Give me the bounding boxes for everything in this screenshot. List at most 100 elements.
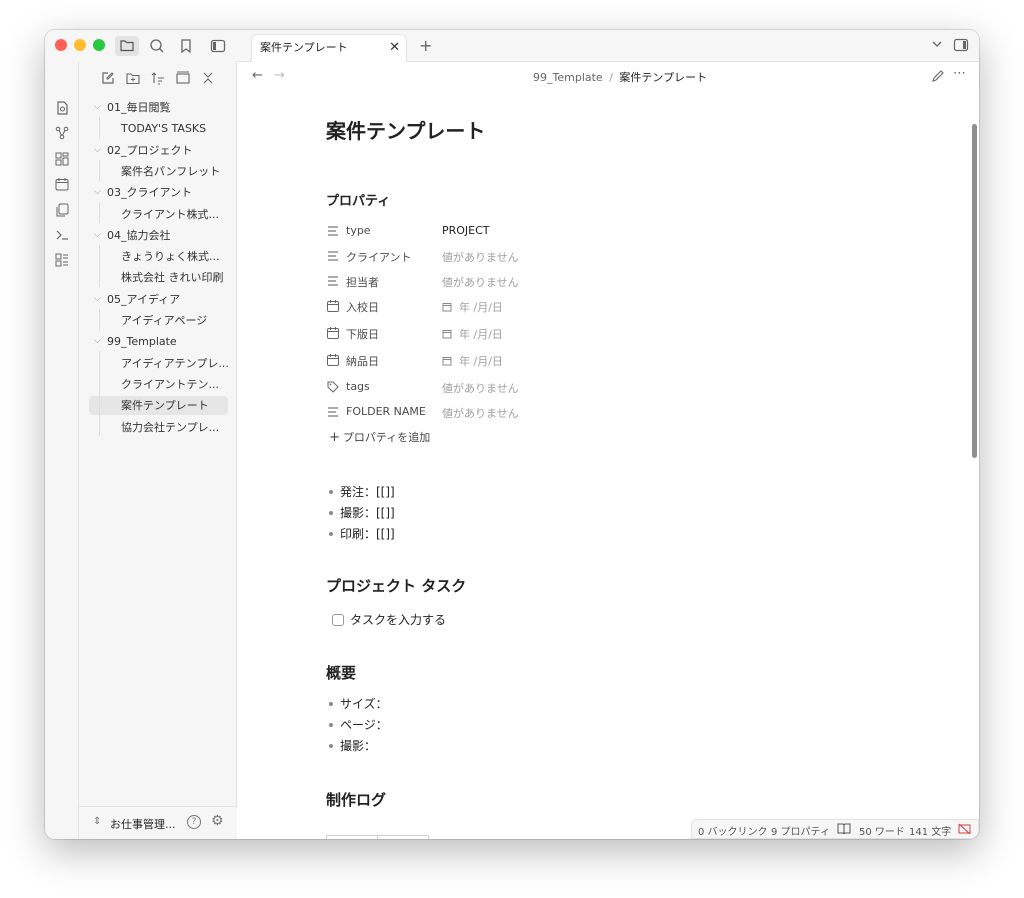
task-checkbox[interactable] — [332, 614, 344, 626]
date-picker-icon[interactable] — [442, 301, 459, 314]
more-options-icon[interactable]: ⋯ — [953, 66, 966, 81]
folder-item[interactable]: ⌵ 03_クライアント — [94, 183, 192, 202]
date-picker-icon[interactable] — [442, 328, 459, 341]
tab-close-button[interactable]: ✕ — [389, 35, 400, 61]
task-text[interactable]: タスクを入力する — [350, 613, 446, 627]
file-item[interactable]: クライアント株式... — [89, 205, 228, 224]
chevron-down-icon[interactable]: ⌵ — [94, 332, 101, 351]
text-icon[interactable] — [326, 405, 340, 419]
chevron-down-icon[interactable]: ⌵ — [94, 141, 101, 160]
sort-icon[interactable] — [150, 70, 166, 86]
property-row[interactable]: type PROJECT — [326, 220, 726, 242]
file-item[interactable]: TODAY'S TASKS — [89, 119, 228, 138]
right-sidebar-toggle-icon[interactable] — [953, 37, 969, 56]
property-row[interactable]: 下版日 年 /月/日 — [326, 322, 726, 344]
file-item[interactable]: アイディアページ — [89, 311, 228, 330]
file-item[interactable]: 案件名パンフレット — [89, 162, 228, 181]
sidebar-toggle-icon[interactable] — [209, 37, 227, 55]
add-property-button[interactable]: + プロパティを追加 — [329, 429, 430, 445]
chevron-down-icon[interactable]: ⌵ — [94, 290, 101, 309]
property-row[interactable]: tags 値がありません — [326, 376, 726, 398]
help-icon[interactable]: ? — [187, 815, 201, 829]
back-arrow-icon[interactable]: ← — [252, 68, 263, 83]
bookmark-icon[interactable] — [177, 37, 195, 55]
breadcrumb-file[interactable]: 案件テンプレート — [619, 71, 707, 84]
property-row[interactable]: 入校日 年 /月/日 — [326, 295, 726, 317]
calendar-icon[interactable] — [326, 353, 340, 367]
collapse-icon[interactable] — [175, 70, 191, 86]
vault-name[interactable]: お仕事管理... — [110, 816, 176, 832]
chevron-down-icon[interactable]: ⌵ — [94, 98, 101, 117]
task-heading[interactable]: プロジェクト タスク — [326, 575, 466, 596]
graph-icon[interactable] — [54, 125, 70, 141]
list-item[interactable]: 撮影：[[]] — [329, 504, 395, 521]
property-row[interactable]: クライアント 値がありません — [326, 245, 726, 267]
scrollbar[interactable] — [972, 124, 977, 458]
chevron-updown-icon[interactable]: ⇕ — [93, 816, 101, 827]
forward-arrow-icon[interactable]: → — [274, 68, 285, 83]
calendar-icon[interactable] — [326, 299, 340, 313]
folder-icon[interactable] — [115, 36, 139, 56]
property-value[interactable]: 値がありません — [442, 380, 519, 396]
file-item[interactable]: 協力会社テンプレ... — [89, 418, 228, 437]
chevron-down-icon[interactable]: ⌵ — [94, 226, 101, 245]
property-row[interactable]: 納品日 年 /月/日 — [326, 349, 726, 371]
copy-icon[interactable] — [54, 202, 70, 218]
property-key[interactable]: type — [346, 224, 371, 237]
text-icon[interactable] — [326, 274, 340, 288]
property-value[interactable]: 年 /月/日 — [442, 299, 503, 315]
breadcrumb-folder[interactable]: 99_Template — [533, 71, 603, 84]
calendar-icon[interactable] — [54, 176, 70, 192]
new-tab-button[interactable]: + — [419, 36, 432, 55]
property-key[interactable]: FOLDER NAME — [346, 405, 426, 418]
note-title[interactable]: 案件テンプレート — [326, 115, 485, 144]
tags-icon[interactable] — [326, 380, 340, 394]
property-value[interactable]: PROJECT — [442, 224, 490, 237]
file-item-selected[interactable]: 案件テンプレート — [89, 396, 228, 416]
text-icon[interactable] — [326, 224, 340, 238]
terminal-icon[interactable] — [54, 227, 70, 243]
new-folder-icon[interactable] — [125, 70, 141, 86]
chevron-down-icon[interactable] — [931, 38, 943, 53]
property-value[interactable]: 年 /月/日 — [442, 353, 503, 369]
reading-mode-icon[interactable] — [837, 822, 851, 837]
chevron-down-icon[interactable]: ⌵ — [94, 183, 101, 202]
property-key[interactable]: 担当者 — [346, 274, 379, 290]
property-key[interactable]: 納品日 — [346, 353, 379, 369]
log-table[interactable]: 日付 内容 — [326, 835, 429, 839]
property-key[interactable]: 入校日 — [346, 299, 379, 315]
property-value[interactable]: 値がありません — [442, 405, 519, 421]
zoom-window-button[interactable] — [93, 39, 105, 51]
file-item[interactable]: きょうりょく株式... — [89, 247, 228, 266]
sync-off-icon[interactable] — [958, 823, 971, 838]
file-icon[interactable] — [54, 100, 70, 116]
property-key[interactable]: 下版日 — [346, 326, 379, 342]
search-icon[interactable] — [148, 37, 166, 55]
property-value[interactable]: 値がありません — [442, 274, 519, 290]
text-icon[interactable] — [326, 249, 340, 263]
properties-heading[interactable]: プロパティ — [326, 190, 390, 209]
table-header-content[interactable]: 内容 — [377, 835, 429, 839]
new-note-icon[interactable] — [100, 70, 116, 86]
close-icon[interactable] — [200, 70, 216, 86]
overview-heading[interactable]: 概要 — [326, 662, 356, 683]
minimize-window-button[interactable] — [74, 39, 86, 51]
file-item[interactable]: クライアントテン... — [89, 375, 228, 394]
list-item[interactable]: サイズ： — [329, 695, 388, 712]
folder-item[interactable]: ⌵ 05_アイディア — [94, 290, 180, 309]
property-key[interactable]: クライアント — [346, 249, 412, 265]
folder-item[interactable]: ⌵ 02_プロジェクト — [94, 141, 193, 160]
properties-count[interactable]: 9 プロパティ — [771, 823, 830, 838]
log-heading[interactable]: 制作ログ — [326, 789, 386, 810]
table-header-date[interactable]: 日付 — [326, 835, 378, 839]
property-key[interactable]: tags — [346, 380, 370, 393]
tab-案件テンプレート[interactable]: 案件テンプレート ✕ — [251, 34, 407, 62]
date-picker-icon[interactable] — [442, 355, 459, 368]
property-row[interactable]: FOLDER NAME 値がありません — [326, 401, 726, 423]
backlinks-count[interactable]: 0 バックリンク — [698, 823, 768, 838]
file-item[interactable]: 株式会社 きれい印刷 — [89, 268, 228, 287]
folder-item[interactable]: ⌵ 01_毎日閲覧 — [94, 98, 171, 117]
canvas-icon[interactable] — [54, 151, 70, 167]
template-icon[interactable] — [54, 252, 70, 268]
list-item[interactable]: 撮影： — [328, 737, 376, 754]
